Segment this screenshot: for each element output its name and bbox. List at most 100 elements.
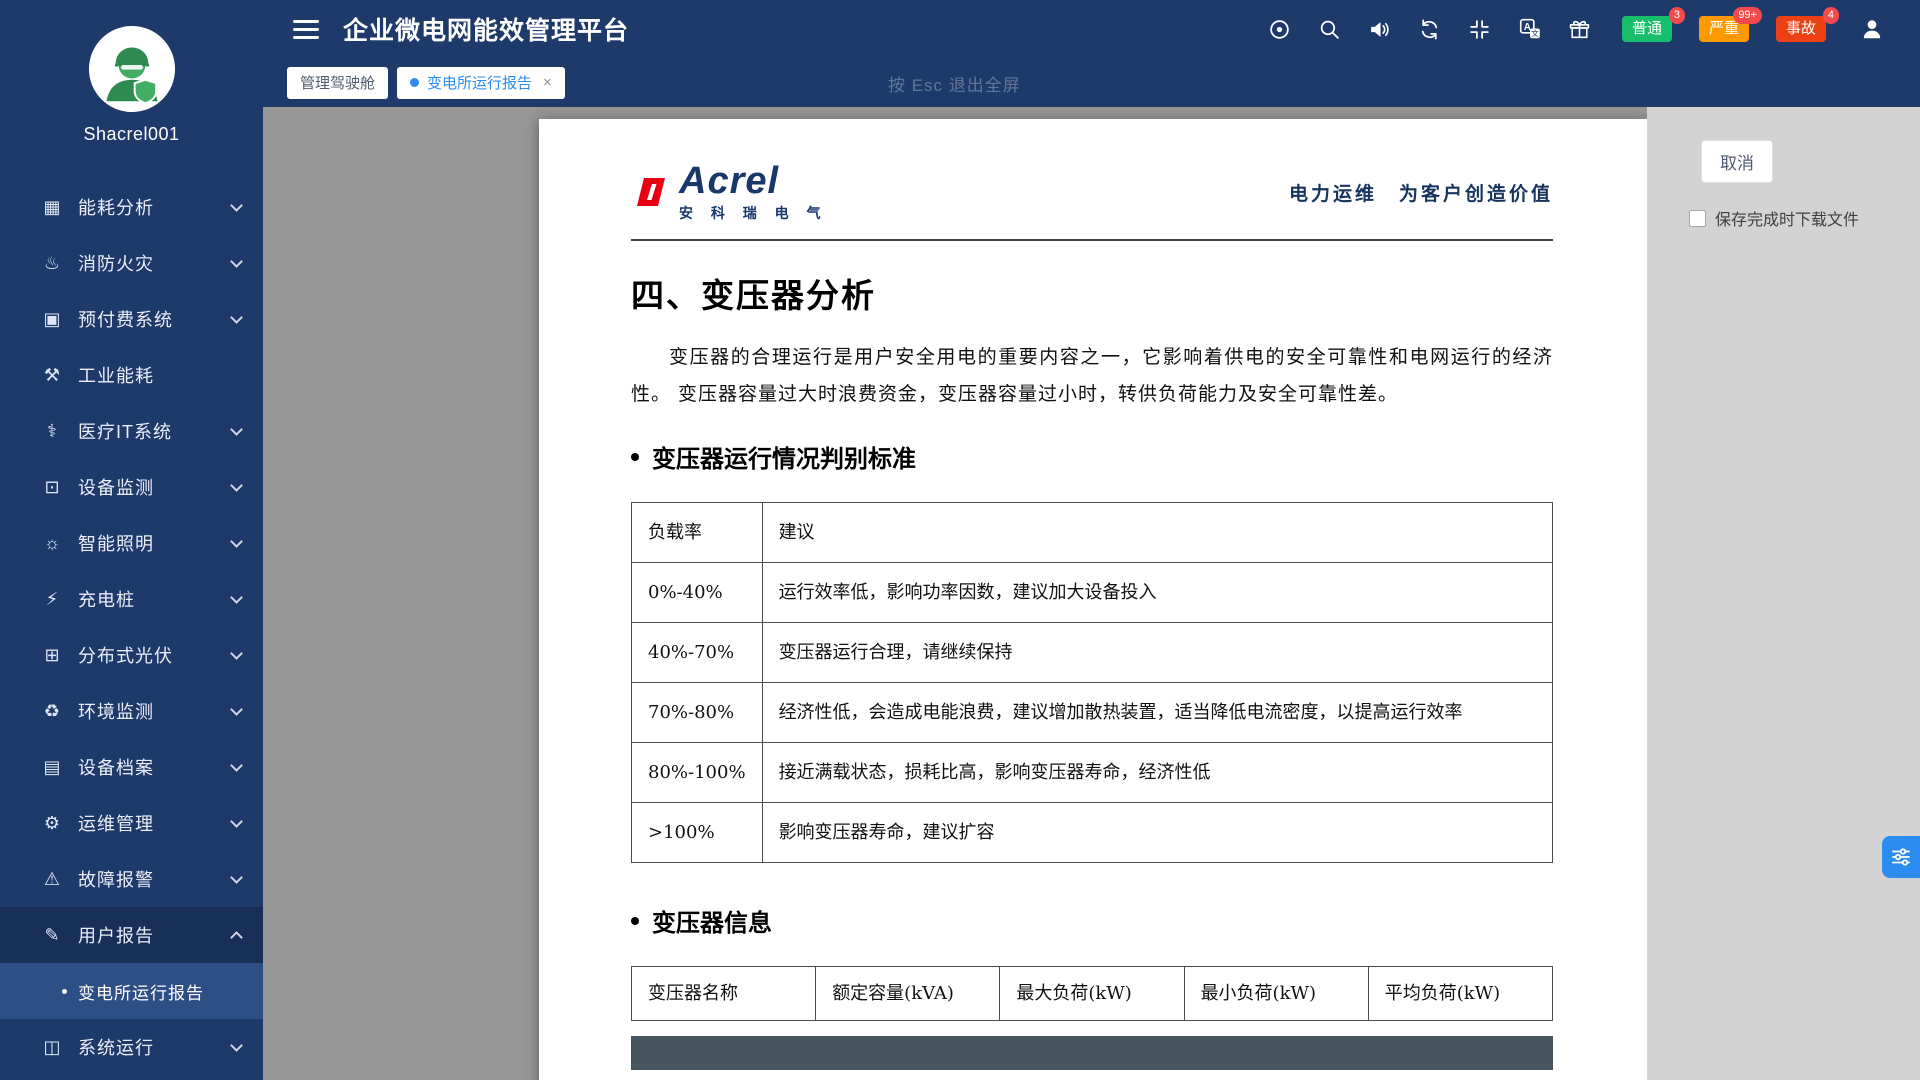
sidebar-item-ev-charging[interactable]: ⚡ 充电桩 xyxy=(0,571,263,627)
sidebar-item-device-archive[interactable]: ▤ 设备档案 xyxy=(0,739,263,795)
brand-name: Acrel xyxy=(679,161,828,201)
prepaid-system-icon: ▣ xyxy=(40,310,64,328)
acrel-logo-icon xyxy=(631,172,671,212)
sidebar-item-fire-safety[interactable]: ♨ 消防火灾 xyxy=(0,235,263,291)
sidebar-item-system-run[interactable]: ◫ 系统运行 xyxy=(0,1019,263,1075)
refresh-icon[interactable] xyxy=(1418,17,1442,41)
section-title: 四、变压器分析 xyxy=(631,269,1553,317)
search-icon[interactable] xyxy=(1318,17,1342,41)
bigscreen-icon[interactable] xyxy=(1268,17,1292,41)
chevron-down-icon xyxy=(230,703,243,716)
chevron-down-icon xyxy=(230,255,243,268)
sidebar-item-energy-analysis[interactable]: ▦ 能耗分析 xyxy=(0,179,263,235)
sidebar-item-device-monitoring[interactable]: ⊡ 设备监测 xyxy=(0,459,263,515)
ev-charging-icon: ⚡ xyxy=(40,590,64,608)
profile: Shacrel001 xyxy=(0,0,263,145)
user-report-icon: ✎ xyxy=(40,926,64,944)
sidebar: Shacrel001 ▦ 能耗分析 ♨ 消防火灾 ▣ 预付费系统 ⚒ 工业能耗 … xyxy=(0,0,263,1080)
volume-icon[interactable] xyxy=(1368,17,1392,41)
alarm-count-badge: 4 xyxy=(1823,7,1839,24)
alarm-tag-accident[interactable]: 事故 4 xyxy=(1776,16,1826,42)
transformer-info-table: 变压器名称 额定容量(kVA) 最大负荷(kW) 最小负荷(kW) 平均负荷(k… xyxy=(631,966,1553,1021)
brand-tagline: 电力运维 为客户创造价值 xyxy=(1289,179,1553,206)
cancel-button[interactable]: 取消 xyxy=(1701,140,1773,183)
alarm-count-badge: 99+ xyxy=(1733,7,1762,24)
sidebar-item-prepaid-system[interactable]: ▣ 预付费系统 xyxy=(0,291,263,347)
tabbar: 管理驾驶舱 变电所运行报告 × 按 Esc 退出全屏 xyxy=(263,58,1920,107)
content-area: Acrel 安 科 瑞 电 气 电力运维 为客户创造价值 四、变压器分析 变压器… xyxy=(263,107,1920,1080)
alarm-tag-severe[interactable]: 严重 99+ xyxy=(1699,16,1749,42)
bullet-icon xyxy=(631,453,639,461)
worker-avatar-icon xyxy=(89,26,175,112)
brand-sub: 安 科 瑞 电 气 xyxy=(679,203,828,223)
sidebar-item-environment-monitoring[interactable]: ♻ 环境监测 xyxy=(0,683,263,739)
menu-collapse-icon[interactable] xyxy=(293,20,319,39)
report-page: Acrel 安 科 瑞 电 气 电力运维 为客户创造价值 四、变压器分析 变压器… xyxy=(539,119,1647,1080)
energy-analysis-icon: ▦ xyxy=(40,198,64,216)
intro-paragraph: 变压器的合理运行是用户安全用电的重要内容之一，它影响着供电的安全可靠性和电网运行… xyxy=(631,339,1553,413)
distributed-pv-icon: ⊞ xyxy=(40,646,64,664)
device-archive-icon: ▤ xyxy=(40,758,64,776)
smart-lighting-icon: ☼ xyxy=(40,534,64,552)
svg-text:文: 文 xyxy=(1531,28,1539,38)
sidebar-item-user-report[interactable]: ✎ 用户报告 xyxy=(0,907,263,963)
sidebar-item-industrial-energy[interactable]: ⚒ 工业能耗 xyxy=(0,347,263,403)
alarm-tags: 普通 3 严重 99+ 事故 4 xyxy=(1622,16,1826,42)
user-icon[interactable] xyxy=(1860,17,1884,41)
chevron-down-icon xyxy=(230,479,243,492)
table-row: 负载率 建议 xyxy=(632,503,1553,563)
table-header-row: 变压器名称 额定容量(kVA) 最大负荷(kW) 最小负荷(kW) 平均负荷(k… xyxy=(632,967,1553,1021)
load-rate-criteria-table: 负载率 建议 0%-40% 运行效率低，影响功率因数，建议加大设备投入 40%-… xyxy=(631,502,1553,863)
alarm-tag-normal[interactable]: 普通 3 xyxy=(1622,16,1672,42)
info-heading: 变压器信息 xyxy=(631,903,1553,938)
sidebar-item-distributed-pv[interactable]: ⊞ 分布式光伏 xyxy=(0,627,263,683)
chevron-down-icon xyxy=(230,871,243,884)
avatar[interactable] xyxy=(89,26,175,112)
svg-text:A: A xyxy=(1524,22,1531,33)
chevron-down-icon xyxy=(230,647,243,660)
criteria-heading: 变压器运行情况判别标准 xyxy=(631,439,1553,474)
alarm-count-badge: 3 xyxy=(1669,7,1685,24)
sliders-icon xyxy=(1890,846,1912,868)
tab-management-cockpit[interactable]: 管理驾驶舱 xyxy=(287,67,388,99)
sidebar-item-fault-alarm[interactable]: ⚠ 故障报警 xyxy=(0,851,263,907)
sidebar-item-medical-it[interactable]: ⚕ 医疗IT系统 xyxy=(0,403,263,459)
table-row: >100% 影响变压器寿命，建议扩容 xyxy=(632,803,1553,863)
table-row: 70%-80% 经济性低，会造成电能浪费，建议增加散热装置，适当降低电流密度，以… xyxy=(632,683,1553,743)
topbar-actions: A 文 普通 3 严重 99+ 事故 4 xyxy=(1268,16,1884,42)
device-monitoring-icon: ⊡ xyxy=(40,478,64,496)
industrial-energy-icon: ⚒ xyxy=(40,366,64,384)
acrel-logo: Acrel 安 科 瑞 电 气 xyxy=(631,161,828,223)
tab-substation-report[interactable]: 变电所运行报告 × xyxy=(397,67,565,99)
sidebar-menu: ▦ 能耗分析 ♨ 消防火灾 ▣ 预付费系统 ⚒ 工业能耗 ⚕ 医疗IT系统 ⊡ … xyxy=(0,179,263,1075)
table-row: 0%-40% 运行效率低，影响功率因数，建议加大设备投入 xyxy=(632,563,1553,623)
medical-it-icon: ⚕ xyxy=(40,422,64,440)
om-management-icon: ⚙ xyxy=(40,814,64,832)
sidebar-item-om-management[interactable]: ⚙ 运维管理 xyxy=(0,795,263,851)
settings-drawer-button[interactable] xyxy=(1882,836,1920,878)
download-option-row: 保存完成时下载文件 xyxy=(1689,206,1859,230)
table-row: 40%-70% 变压器运行合理，请继续保持 xyxy=(632,623,1553,683)
translate-icon[interactable]: A 文 xyxy=(1518,17,1542,41)
save-panel: 取消 保存完成时下载文件 xyxy=(1647,107,1920,1080)
system-run-icon: ◫ xyxy=(40,1038,64,1056)
close-tab-icon[interactable]: × xyxy=(543,74,552,91)
fullscreen-hint: 按 Esc 退出全屏 xyxy=(888,71,1021,96)
header-rule xyxy=(631,239,1553,241)
exit-fullscreen-icon[interactable] xyxy=(1468,17,1492,41)
chevron-down-icon xyxy=(230,591,243,604)
active-tab-dot-icon xyxy=(410,78,419,87)
table-row: 80%-100% 接近满载状态，损耗比高，影响变压器寿命，经济性低 xyxy=(632,743,1553,803)
cutoff-content xyxy=(631,1036,1553,1070)
download-checkbox[interactable] xyxy=(1689,210,1706,227)
fault-alarm-icon: ⚠ xyxy=(40,870,64,888)
chevron-up-icon xyxy=(230,931,243,944)
sidebar-subitem-substation-report[interactable]: 变电所运行报告 xyxy=(0,963,263,1019)
gift-icon[interactable] xyxy=(1568,17,1592,41)
environment-monitoring-icon: ♻ xyxy=(40,702,64,720)
sidebar-item-smart-lighting[interactable]: ☼ 智能照明 xyxy=(0,515,263,571)
chevron-down-icon xyxy=(230,815,243,828)
chevron-down-icon xyxy=(230,311,243,324)
chevron-down-icon xyxy=(230,199,243,212)
topbar: 企业微电网能效管理平台 xyxy=(263,0,1920,58)
